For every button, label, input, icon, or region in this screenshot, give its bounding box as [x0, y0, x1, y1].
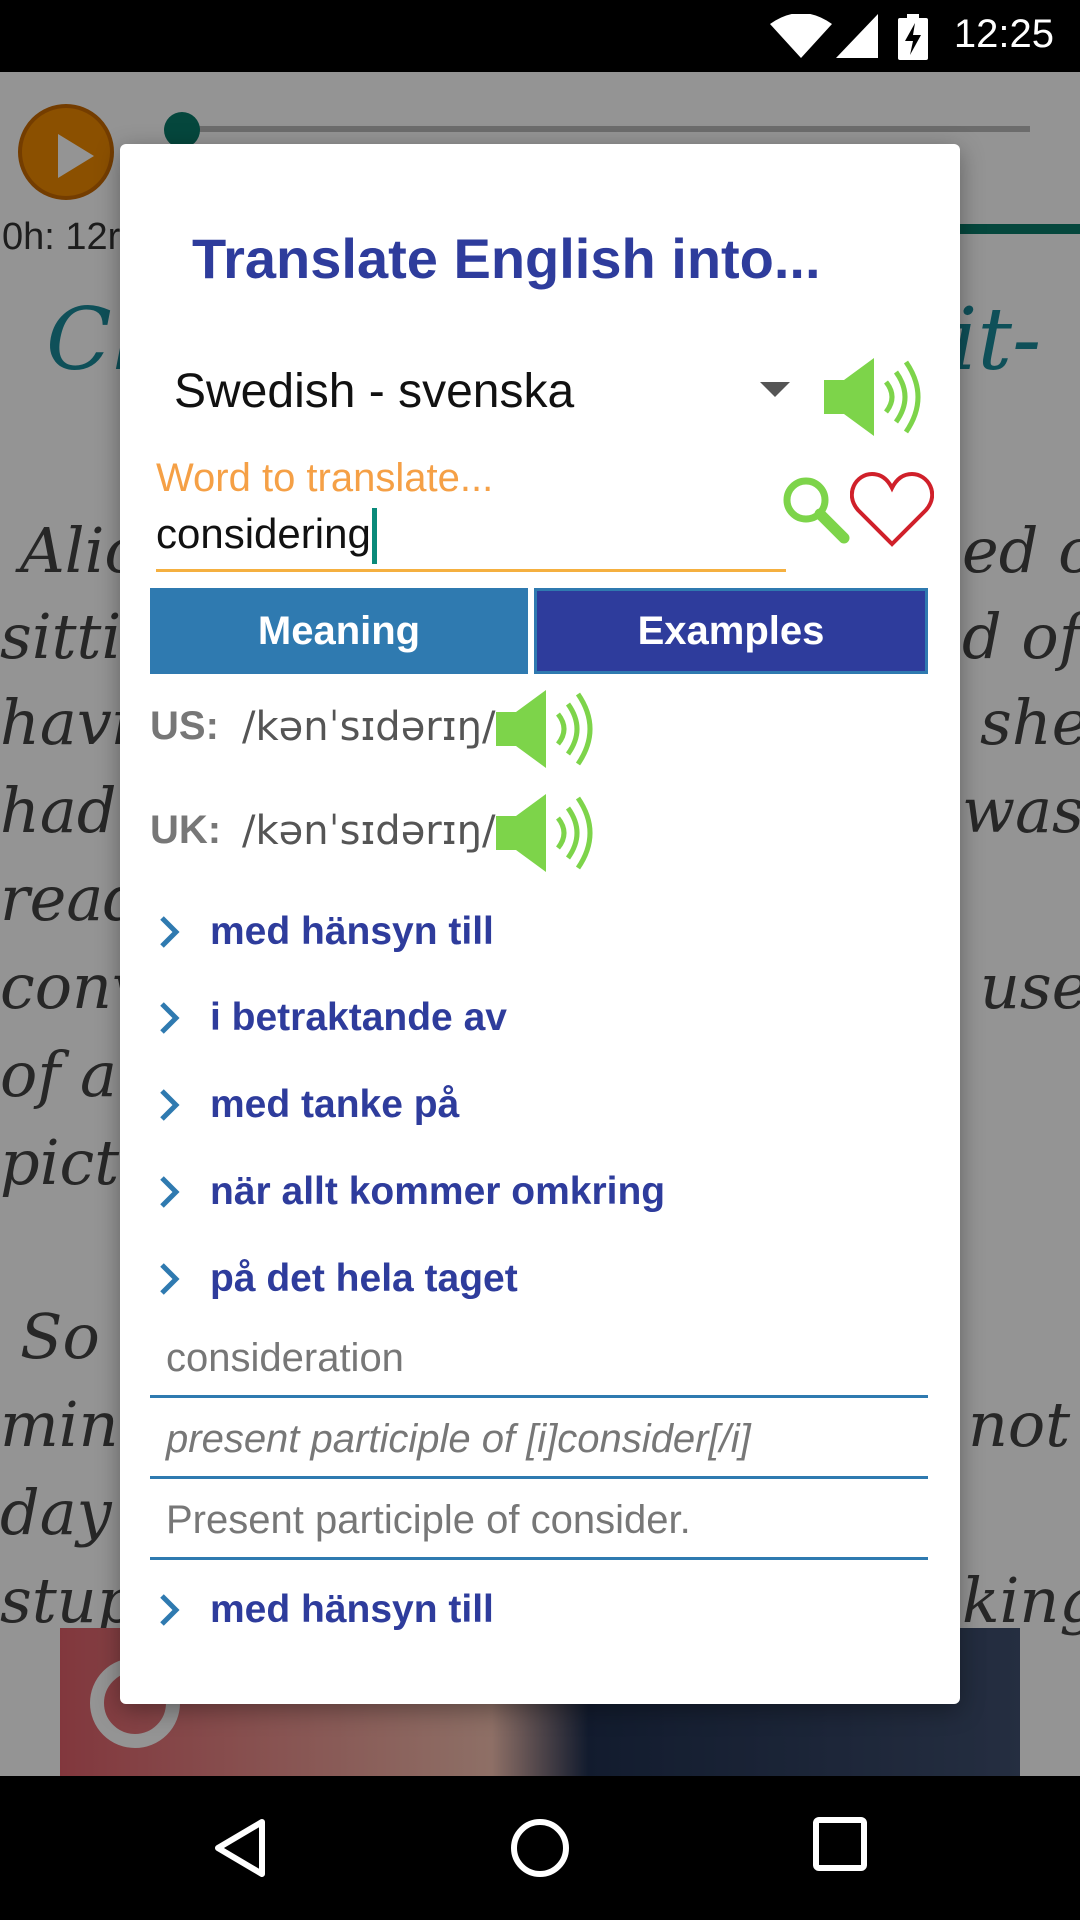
battery-charging-icon — [898, 14, 928, 60]
chevron-right-icon — [160, 1002, 180, 1034]
translate-dialog: Translate English into... Swedish - sven… — [120, 144, 960, 1704]
recents-icon[interactable] — [812, 1816, 868, 1872]
pronunciation-ipa: /kənˈsɪdərɪŋ/ — [242, 808, 496, 854]
chevron-right-icon — [160, 1089, 180, 1121]
wifi-icon — [770, 14, 832, 58]
definition-row: Present participle of consider. — [150, 1480, 928, 1560]
translation-item[interactable]: på det hela taget — [150, 1253, 910, 1313]
chevron-right-icon — [160, 1176, 180, 1208]
translation-item[interactable]: med tanke på — [150, 1079, 910, 1139]
translation-text: på det hela taget — [210, 1257, 518, 1300]
back-icon[interactable] — [210, 1816, 270, 1880]
translation-item[interactable]: med hänsyn till — [150, 1584, 910, 1644]
dialog-title: Translate English into... — [192, 227, 821, 290]
translation-text: med tanke på — [210, 1083, 460, 1126]
text-cursor — [372, 508, 377, 564]
pronunciation-ipa: /kənˈsɪdərɪŋ/ — [242, 704, 496, 750]
pronunciation-uk: UK: /kənˈsɪdərɪŋ/ — [150, 790, 650, 872]
heart-icon[interactable] — [850, 470, 934, 550]
translation-item[interactable]: i betraktande av — [150, 992, 910, 1052]
language-selected: Swedish - svenska — [174, 365, 575, 418]
definition-row: consideration — [150, 1318, 928, 1398]
translation-item[interactable]: med hänsyn till — [150, 906, 910, 966]
word-input[interactable] — [156, 506, 786, 572]
chevron-right-icon — [160, 1594, 180, 1626]
pronunciation-label: US: — [150, 704, 219, 748]
translation-item[interactable]: när allt kommer omkring — [150, 1166, 910, 1226]
pronunciation-us: US: /kənˈsɪdərɪŋ/ — [150, 686, 650, 768]
tab-meaning[interactable]: Meaning — [150, 588, 528, 674]
speaker-icon[interactable] — [494, 790, 604, 876]
translation-text: med hänsyn till — [210, 1588, 494, 1631]
speaker-icon[interactable] — [822, 354, 932, 440]
home-icon[interactable] — [508, 1816, 572, 1880]
navigation-bar — [0, 1776, 1080, 1920]
dropdown-caret-icon — [760, 382, 790, 397]
definition-text: present participle of [i]consider[/i] — [166, 1417, 751, 1461]
chevron-right-icon — [160, 1263, 180, 1295]
language-dropdown[interactable]: Swedish - svenska — [150, 344, 790, 444]
definition-text: Present participle of consider. — [166, 1498, 691, 1542]
chevron-right-icon — [160, 916, 180, 948]
word-input-label: Word to translate... — [156, 456, 494, 500]
definition-text: consideration — [166, 1336, 404, 1380]
speaker-icon[interactable] — [494, 686, 604, 772]
cell-signal-icon — [836, 14, 878, 58]
pronunciation-label: UK: — [150, 808, 222, 852]
translation-text: med hänsyn till — [210, 910, 494, 953]
translation-text: i betraktande av — [210, 996, 507, 1039]
search-icon[interactable] — [780, 474, 850, 544]
status-time: 12:25 — [953, 12, 1054, 56]
tab-examples[interactable]: Examples — [534, 588, 928, 674]
translation-text: när allt kommer omkring — [210, 1170, 666, 1213]
status-bar: 12:25 — [0, 0, 1080, 72]
definition-row: present participle of [i]consider[/i] — [150, 1399, 928, 1479]
